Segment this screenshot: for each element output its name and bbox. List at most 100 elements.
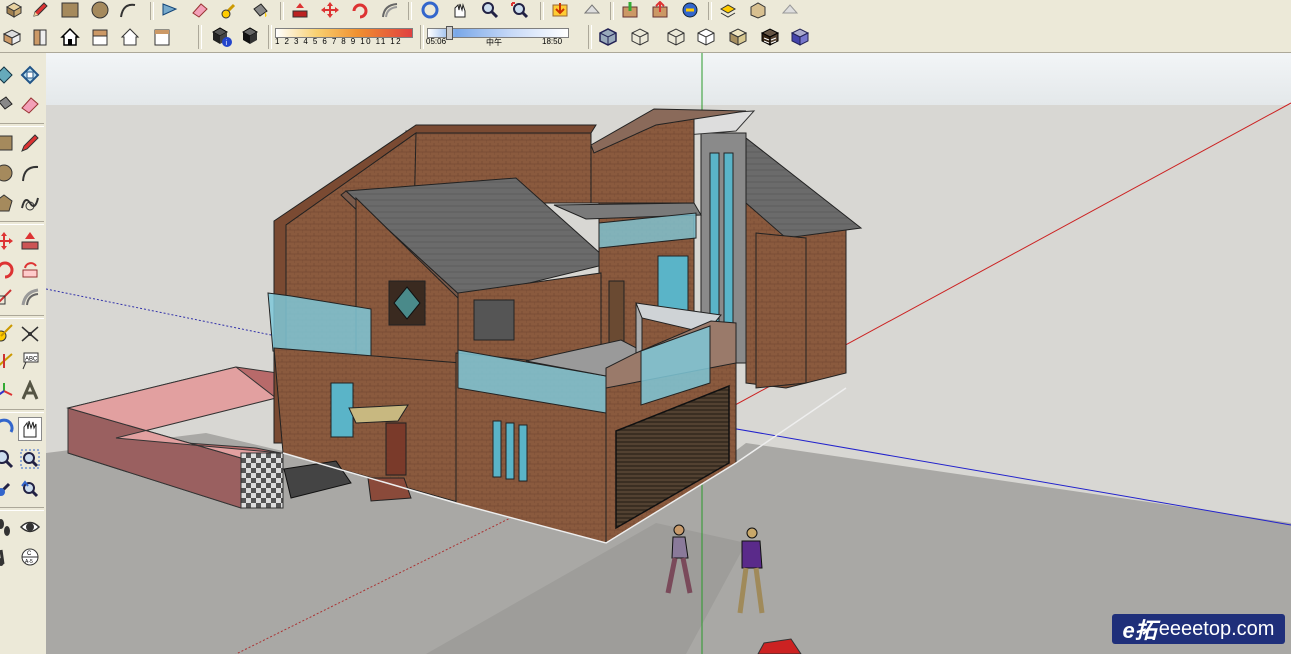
push-pull-icon[interactable] — [18, 229, 42, 253]
month-ticks: 1 2 3 4 5 6 7 8 9 10 11 12 — [275, 37, 402, 46]
monochrome-icon[interactable] — [788, 25, 812, 49]
hidden-line-icon[interactable] — [694, 25, 718, 49]
shadow-settings-icon[interactable]: i — [210, 25, 234, 49]
tape-measure-icon[interactable] — [218, 0, 242, 20]
arc-icon[interactable] — [116, 0, 140, 20]
back-edges-icon[interactable] — [628, 25, 652, 49]
right-wing-front — [755, 232, 807, 389]
offset-icon[interactable] — [378, 0, 402, 20]
dimension-icon[interactable] — [18, 321, 42, 345]
time-slider-thumb[interactable] — [446, 26, 453, 40]
xray-icon[interactable] — [596, 25, 620, 49]
time-slider[interactable]: 05:06 中午 18:50 — [424, 25, 570, 51]
wireframe-icon[interactable] — [664, 25, 688, 49]
polygon-icon[interactable] — [0, 191, 16, 215]
pan-icon[interactable] — [18, 417, 42, 441]
freehand-icon[interactable] — [18, 191, 42, 215]
zoom-window-icon[interactable] — [18, 447, 42, 471]
pan-icon[interactable] — [448, 0, 472, 20]
time-end-label: 18:50 — [542, 37, 563, 46]
zoom-extents-icon[interactable] — [508, 0, 532, 20]
component-icon[interactable] — [678, 0, 702, 20]
scenes-icon[interactable] — [778, 0, 802, 20]
watermark-logo: e拓 eeeetop.com — [1112, 614, 1285, 644]
orbit-icon[interactable] — [418, 0, 442, 20]
display-shadows-icon[interactable] — [240, 25, 264, 49]
rotate-icon[interactable] — [0, 257, 16, 281]
position-camera-icon[interactable] — [0, 545, 16, 569]
sky — [46, 53, 1291, 105]
layer-icon[interactable] — [716, 0, 740, 20]
outliner-icon[interactable] — [746, 0, 770, 20]
select-icon[interactable] — [158, 0, 182, 20]
eraser-icon[interactable] — [18, 93, 42, 117]
shaded-icon[interactable] — [726, 25, 750, 49]
iso-view-icon[interactable] — [0, 25, 24, 49]
pencil-icon[interactable] — [28, 0, 52, 20]
house-model-scene[interactable] — [46, 53, 1291, 654]
lower-window-3 — [518, 424, 528, 482]
time-mid-label: 中午 — [486, 38, 502, 47]
zoom-extents-icon[interactable] — [18, 477, 42, 501]
zoom-icon[interactable] — [478, 0, 502, 20]
top-house-icon[interactable] — [58, 25, 82, 49]
model-viewport[interactable]: e拓 eeeetop.com — [46, 53, 1291, 654]
pencil-icon[interactable] — [18, 131, 42, 155]
follow-me-icon[interactable] — [18, 257, 42, 281]
views-shadow-styles-toolbar: i 1 2 3 4 5 6 7 8 9 10 11 12 05:06 中午 18… — [0, 22, 1291, 53]
arc-icon[interactable] — [18, 161, 42, 185]
push-pull-icon[interactable] — [288, 0, 312, 20]
eraser-icon[interactable] — [188, 0, 212, 20]
warehouse-icon[interactable] — [618, 0, 642, 20]
text-icon[interactable]: ABC — [18, 349, 42, 373]
protractor-icon[interactable] — [0, 349, 16, 373]
get-models-icon[interactable] — [548, 0, 572, 20]
left-view-icon[interactable] — [150, 25, 174, 49]
watermark-text: eeeetop.com — [1158, 617, 1275, 640]
rotate-icon[interactable] — [348, 0, 372, 20]
select-icon[interactable] — [18, 63, 42, 87]
walk-icon[interactable] — [0, 515, 16, 539]
back-view-icon[interactable] — [88, 25, 112, 49]
month-slider[interactable]: 1 2 3 4 5 6 7 8 9 10 11 12 — [272, 25, 418, 51]
3d-text-icon[interactable] — [18, 379, 42, 403]
lower-window-1 — [492, 420, 502, 478]
right-view-icon[interactable] — [118, 25, 142, 49]
time-start-label: 05:06 — [426, 37, 447, 46]
left-toolbar: ABC C A-5 — [0, 53, 47, 654]
entrance-door[interactable] — [385, 422, 407, 476]
svg-text:ABC: ABC — [25, 357, 38, 363]
entrance-steps — [367, 477, 412, 502]
front-view-icon[interactable] — [28, 25, 52, 49]
share-model-icon[interactable] — [580, 0, 604, 20]
upper-right-window — [657, 255, 689, 312]
move-icon[interactable] — [318, 0, 342, 20]
section-plane-icon[interactable]: C A-5 — [18, 545, 42, 569]
checker-pillar — [240, 452, 284, 509]
zoom-icon[interactable] — [0, 447, 16, 471]
drawing-toolbar — [0, 0, 1291, 23]
look-around-icon[interactable] — [18, 515, 42, 539]
paint-bucket-icon[interactable] — [0, 93, 16, 117]
axes-icon[interactable] — [0, 379, 16, 403]
upper-center-window — [473, 299, 515, 341]
previous-view-icon[interactable] — [0, 477, 16, 501]
make-component-icon[interactable] — [0, 63, 16, 87]
shaded-textures-icon[interactable] — [758, 25, 782, 49]
tape-measure-icon[interactable] — [0, 321, 16, 345]
svg-text:A-5: A-5 — [25, 559, 33, 565]
circle-icon[interactable] — [0, 161, 16, 185]
scale-icon[interactable] — [0, 285, 16, 309]
rectangle-icon[interactable] — [58, 0, 82, 20]
orbit-icon[interactable] — [0, 417, 16, 441]
rectangle-icon[interactable] — [0, 131, 16, 155]
cube-icon[interactable] — [2, 0, 26, 20]
offset-icon[interactable] — [18, 285, 42, 309]
svg-text:C: C — [27, 551, 32, 557]
lower-window-2 — [505, 422, 515, 480]
paint-bucket-icon[interactable] — [248, 0, 272, 20]
move-icon[interactable] — [0, 229, 16, 253]
watermark-logo-mark: e拓 — [1122, 618, 1157, 643]
circle-icon[interactable] — [88, 0, 112, 20]
upload-icon[interactable] — [648, 0, 672, 20]
